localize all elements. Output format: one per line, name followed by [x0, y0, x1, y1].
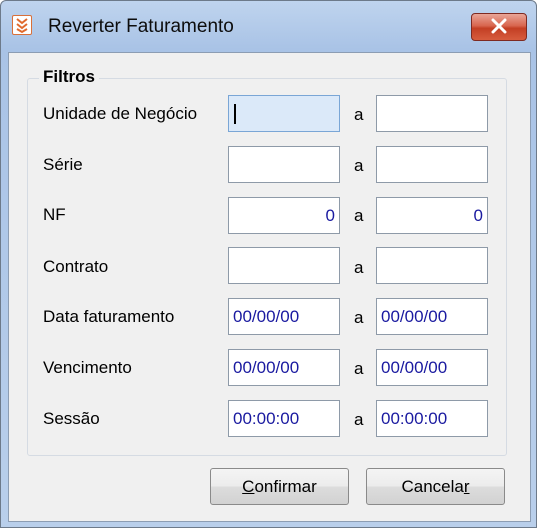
nf-to-input[interactable]: 0 [376, 197, 488, 234]
nf-from-input[interactable]: 0 [228, 197, 340, 234]
session-label: Sessão [43, 409, 100, 428]
contract-label: Contrato [43, 257, 109, 276]
range-separator: a [354, 258, 364, 277]
session-to-input[interactable]: 00:00:00 [376, 400, 488, 437]
range-separator: a [354, 206, 364, 225]
contract-from-input[interactable] [228, 247, 340, 284]
close-icon [491, 18, 507, 34]
due-date-to-input[interactable]: 00/00/00 [376, 349, 488, 386]
series-to-input[interactable] [376, 146, 488, 183]
close-button[interactable] [471, 13, 527, 41]
title-bar[interactable]: Reverter Faturamento [1, 1, 536, 53]
range-separator: a [354, 156, 364, 175]
series-from-input[interactable] [228, 146, 340, 183]
due-date-label: Vencimento [43, 358, 132, 377]
app-logo-icon [12, 15, 32, 35]
business-unit-from-input[interactable] [228, 95, 340, 132]
range-separator: a [354, 308, 364, 327]
text-caret [234, 104, 236, 124]
dialog-body: Filtros Unidade de Negócio a Série a NF … [8, 52, 531, 522]
filters-group-label: Filtros [39, 67, 99, 87]
business-unit-label: Unidade de Negócio [43, 104, 198, 123]
cancel-button[interactable]: Cancelar [366, 468, 505, 505]
range-separator: a [354, 410, 364, 429]
business-unit-to-input[interactable] [376, 95, 488, 132]
dialog-window: Reverter Faturamento Filtros Unidade de … [0, 0, 537, 528]
range-separator: a [354, 359, 364, 378]
billing-date-from-input[interactable]: 00/00/00 [228, 298, 340, 335]
due-date-from-input[interactable]: 00/00/00 [228, 349, 340, 386]
window-title: Reverter Faturamento [48, 16, 234, 37]
series-label: Série [43, 155, 83, 174]
session-from-input[interactable]: 00:00:00 [228, 400, 340, 437]
contract-to-input[interactable] [376, 247, 488, 284]
range-separator: a [354, 105, 364, 124]
confirm-button[interactable]: Confirmar [210, 468, 349, 505]
billing-date-to-input[interactable]: 00/00/00 [376, 298, 488, 335]
billing-date-label: Data faturamento [43, 307, 175, 326]
nf-label: NF [43, 205, 66, 224]
